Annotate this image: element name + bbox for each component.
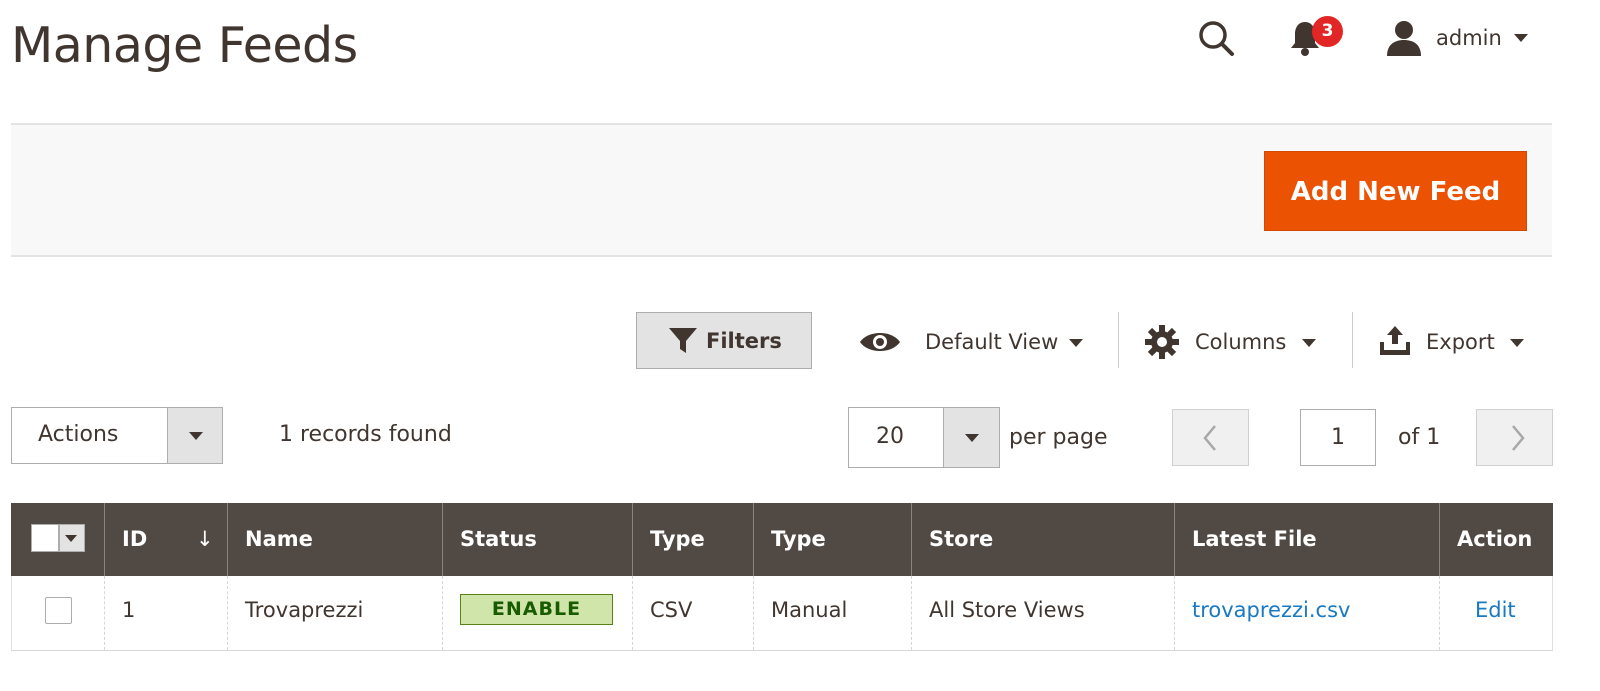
export-control[interactable]: Export [1378,318,1538,366]
columns-control[interactable]: Columns [1144,318,1334,366]
cell-divider [1439,576,1440,650]
previous-page-button[interactable] [1172,409,1249,466]
next-page-button[interactable] [1476,409,1553,466]
column-divider [442,503,443,576]
mass-actions-select[interactable]: Actions [11,407,223,464]
cell-divider [632,576,633,650]
select-all-control[interactable] [31,524,85,552]
column-divider [1439,503,1440,576]
cell-id: 1 [122,598,136,622]
user-name-label: admin [1436,26,1502,50]
column-divider [1174,503,1175,576]
view-switcher[interactable]: Default View [858,318,1098,366]
add-new-feed-button[interactable]: Add New Feed [1264,151,1527,231]
cell-type-mode: Manual [771,598,848,622]
filter-icon [669,328,697,353]
toolbar-divider [1352,312,1353,368]
view-label: Default View [925,330,1059,354]
cell-divider [227,576,228,650]
columns-label: Columns [1195,330,1287,354]
edit-link[interactable]: Edit [1475,596,1516,624]
chevron-down-icon [65,535,77,542]
status-badge: ENABLE [460,594,613,625]
column-divider [911,503,912,576]
cell-type-format: CSV [650,598,693,622]
column-header-name[interactable]: Name [245,503,313,576]
export-icon [1380,326,1410,355]
per-page-value: 20 [876,424,904,449]
notifications-count-badge: 3 [1312,16,1343,47]
per-page-toggle[interactable] [943,408,999,467]
mass-actions-label: Actions [38,422,119,447]
toolbar-divider [1118,312,1119,368]
records-found: 1 records found [279,422,452,447]
mass-actions-toggle[interactable] [167,408,222,463]
current-page-input[interactable]: 1 [1300,409,1376,466]
chevron-down-icon [1302,339,1316,347]
column-divider [227,503,228,576]
cell-divider [104,576,105,650]
user-icon [1387,21,1421,56]
column-divider [632,503,633,576]
column-header-store[interactable]: Store [929,503,993,576]
column-header-status[interactable]: Status [460,503,537,576]
total-pages-label: of 1 [1398,425,1441,450]
per-page-label: per page [1009,425,1108,450]
per-page-select[interactable]: 20 [848,407,1000,468]
column-header-type-mode[interactable]: Type [771,503,826,576]
chevron-right-icon [1512,425,1525,451]
column-divider [753,503,754,576]
column-header-type-format[interactable]: Type [650,503,705,576]
column-header-id[interactable]: ID [122,503,147,576]
chevron-down-icon [965,434,979,442]
cell-name: Trovaprezzi [245,598,364,622]
chevron-left-icon [1203,425,1216,451]
gear-icon [1145,325,1179,359]
select-all-toggle[interactable] [59,524,85,552]
chevron-down-icon [189,432,203,440]
cell-divider [1174,576,1175,650]
cell-divider [442,576,443,650]
cell-divider [911,576,912,650]
chevron-down-icon [1510,339,1524,347]
latest-file-link[interactable]: trovaprezzi.csv [1192,596,1350,624]
search-icon[interactable] [1196,18,1236,58]
cell-divider [753,576,754,650]
eye-icon [860,333,900,351]
filters-label: Filters [706,329,782,353]
chevron-down-icon [1069,339,1083,347]
cell-store: All Store Views [929,598,1085,622]
chevron-down-icon [1514,34,1528,42]
export-label: Export [1426,330,1495,354]
column-header-action: Action [1457,527,1533,551]
column-header-latest-file[interactable]: Latest File [1192,503,1317,576]
select-all-checkbox[interactable] [31,524,59,552]
sort-arrow-icon: ↓ [196,527,214,551]
page-title: Manage Feeds [11,17,358,74]
column-divider [104,503,105,576]
filters-button[interactable]: Filters [636,312,812,369]
row-checkbox[interactable] [45,597,72,624]
